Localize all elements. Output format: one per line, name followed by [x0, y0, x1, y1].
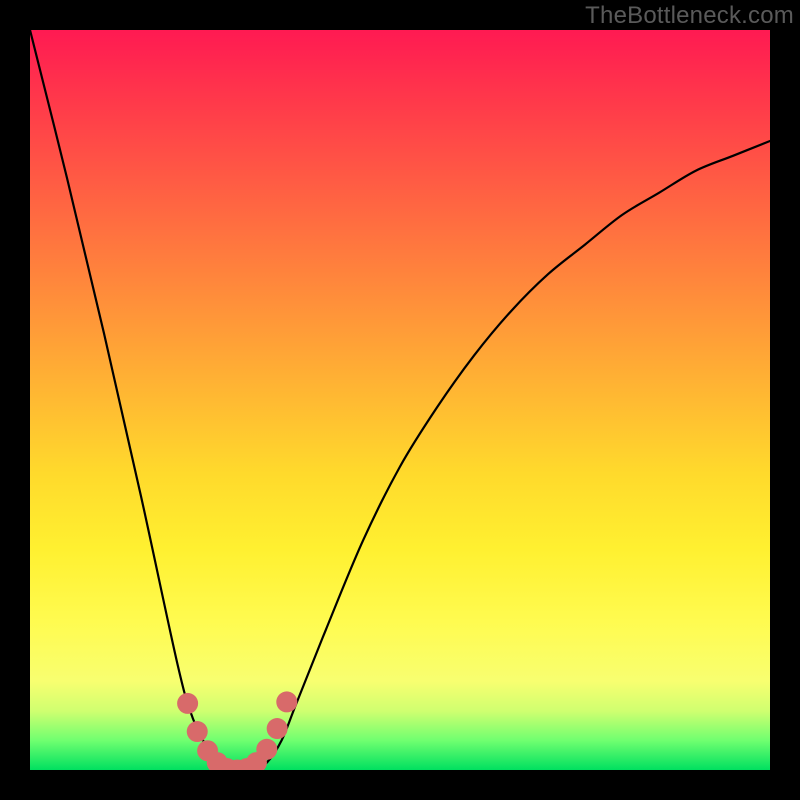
- plot-area: [30, 30, 770, 770]
- bottleneck-curve: [30, 30, 770, 770]
- plot-svg: [30, 30, 770, 770]
- watermark-text: TheBottleneck.com: [585, 2, 794, 30]
- chart-frame: TheBottleneck.com: [0, 0, 800, 800]
- optimal-range-markers: [177, 691, 297, 770]
